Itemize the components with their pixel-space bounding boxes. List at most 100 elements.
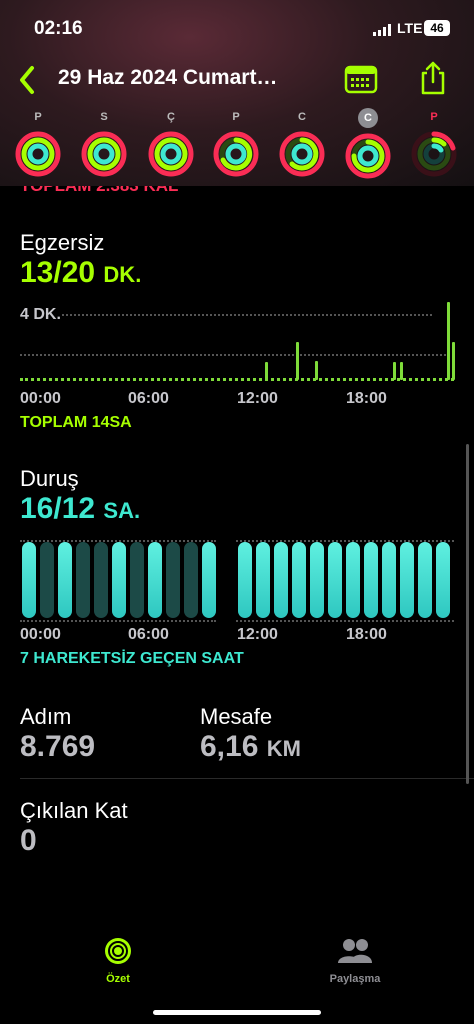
baseline (20, 378, 454, 381)
chevron-left-icon[interactable] (14, 62, 42, 98)
day-letter: C (358, 108, 378, 128)
exercise-bar (447, 302, 450, 380)
exercise-bar (296, 342, 299, 380)
stand-bar (22, 542, 36, 618)
gridline (236, 620, 454, 622)
exercise-value: 13/20 DK. (20, 256, 141, 290)
stand-bar (400, 542, 414, 618)
distance-unit: KM (266, 736, 301, 761)
exercise-bar (265, 362, 268, 380)
scrollbar[interactable] (466, 444, 469, 784)
stand-bar (40, 542, 54, 618)
activity-rings-icon (15, 131, 61, 177)
axis-label: 12:00 (237, 626, 278, 643)
stand-unit: SA. (103, 498, 141, 523)
distance-value: 6,16 KM (200, 730, 301, 764)
activity-rings-icon (148, 131, 194, 177)
day-item[interactable]: S (76, 108, 132, 178)
week-strip: P S Ç P C C P (0, 108, 474, 184)
tab-sharing[interactable]: Paylaşma (295, 936, 415, 985)
status-bar: 02:16 LTE 46 (0, 18, 474, 42)
stand-bar (148, 542, 162, 618)
stand-bar (274, 542, 288, 618)
exercise-bar (400, 362, 403, 380)
axis-label: 12:00 (237, 390, 278, 407)
distance-number: 6,16 (200, 730, 259, 763)
day-item[interactable]: P (10, 108, 66, 178)
share-icon[interactable] (418, 60, 448, 96)
axis-label: 00:00 (20, 626, 61, 643)
gridline (20, 354, 454, 356)
stand-title: Duruş (20, 466, 79, 491)
exercise-bar (452, 342, 455, 380)
distance-label: Mesafe (200, 704, 273, 729)
activity-rings-icon (213, 131, 259, 177)
day-letter: P (232, 111, 240, 123)
activity-rings-icon (105, 938, 131, 964)
stand-bar (364, 542, 378, 618)
exercise-scale-label: 4 DK. (20, 306, 61, 323)
stand-bar (184, 542, 198, 618)
floors-label: Çıkılan Kat (20, 798, 128, 823)
day-letter: C (298, 111, 306, 123)
stand-bar (328, 542, 342, 618)
day-item[interactable]: P (406, 108, 462, 178)
activity-rings-icon (345, 133, 391, 179)
steps-label: Adım (20, 704, 72, 729)
gridline (20, 620, 216, 622)
exercise-bar (315, 361, 318, 380)
day-item[interactable]: C (274, 108, 330, 178)
people-icon (338, 939, 372, 963)
axis-label: 06:00 (128, 390, 169, 407)
stand-value-number: 16/12 (20, 492, 96, 525)
tab-bar: Özet Paylaşma (0, 920, 474, 1024)
stand-bar (310, 542, 324, 618)
stand-bar (418, 542, 432, 618)
stand-bar (76, 542, 90, 618)
axis-label: 18:00 (346, 626, 387, 643)
exercise-total: TOPLAM 14SA (20, 414, 132, 431)
day-item-selected[interactable]: C (340, 108, 396, 180)
day-letter: P (34, 111, 42, 123)
calendar-icon[interactable] (344, 64, 378, 94)
stand-bar (202, 542, 216, 618)
axis-label: 00:00 (20, 390, 61, 407)
divider (20, 778, 474, 779)
exercise-unit: DK. (103, 262, 142, 287)
stand-bar (256, 542, 270, 618)
stand-bar (130, 542, 144, 618)
exercise-value-number: 13/20 (20, 256, 96, 289)
day-letter: Ç (167, 111, 175, 123)
stand-bar (436, 542, 450, 618)
axis-label: 18:00 (346, 390, 387, 407)
floors-value: 0 (20, 824, 37, 857)
stand-summary: 7 HAREKETSİZ GEÇEN SAAT (20, 650, 244, 667)
day-item[interactable]: P (208, 108, 264, 178)
day-letter: S (100, 111, 108, 123)
tab-sharing-label: Paylaşma (329, 973, 381, 985)
battery-icon: 46 (424, 20, 450, 36)
stand-bar (166, 542, 180, 618)
stand-bar (94, 542, 108, 618)
tab-summary-label: Özet (106, 973, 130, 985)
stand-bar (382, 542, 396, 618)
gridline (62, 314, 432, 316)
steps-value: 8.769 (20, 730, 96, 763)
network-label: LTE (397, 20, 423, 36)
tab-summary[interactable]: Özet (58, 936, 178, 985)
header: 02:16 LTE 46 29 Haz 2024 Cumart… P S Ç P… (0, 0, 474, 186)
axis-label: 06:00 (128, 626, 169, 643)
stand-bar (58, 542, 72, 618)
exercise-bar (393, 362, 396, 380)
home-indicator[interactable] (153, 1010, 321, 1015)
day-item[interactable]: Ç (143, 108, 199, 178)
stand-value: 16/12 SA. (20, 492, 140, 526)
stand-bar (292, 542, 306, 618)
stand-bar (346, 542, 360, 618)
day-letter: P (430, 111, 438, 123)
activity-rings-icon (81, 131, 127, 177)
status-time: 02:16 (34, 18, 83, 39)
stand-bar (238, 542, 252, 618)
activity-rings-icon (411, 131, 457, 177)
exercise-title: Egzersiz (20, 230, 105, 255)
